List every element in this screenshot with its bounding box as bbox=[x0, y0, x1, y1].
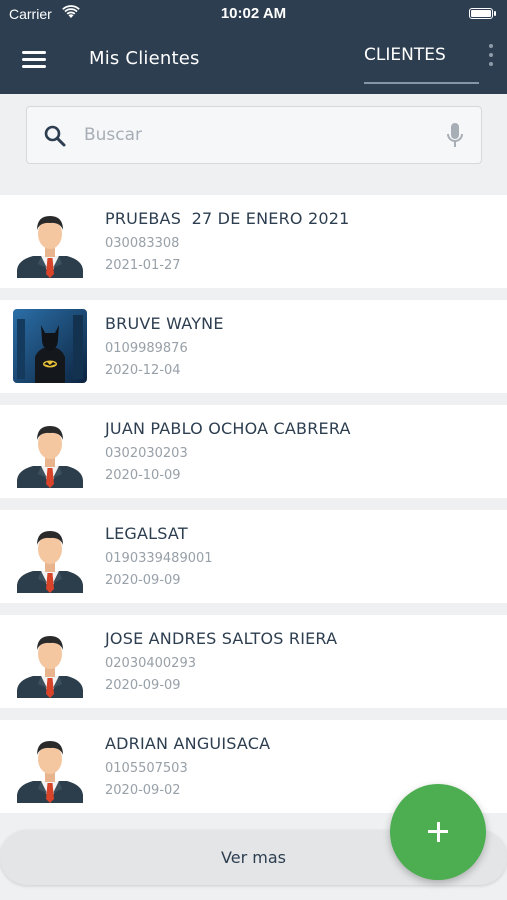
clock: 10:02 AM bbox=[220, 5, 287, 22]
client-list-item[interactable]: LEGALSAT 0190339489001 2020-09-09 bbox=[0, 510, 507, 603]
tab-indicator bbox=[364, 82, 479, 84]
client-name: BRUVE WAYNE bbox=[105, 314, 224, 333]
client-date: 2020-10-09 bbox=[105, 468, 181, 483]
more-vertical-icon[interactable] bbox=[487, 44, 495, 68]
client-id: 02030400293 bbox=[105, 656, 196, 671]
search-bar bbox=[26, 106, 482, 164]
client-list-item[interactable]: PRUEBAS 27 DE ENERO 2021 030083308 2021-01… bbox=[0, 195, 507, 288]
client-date: 2021-01-27 bbox=[105, 258, 181, 273]
search-icon bbox=[44, 125, 66, 147]
hamburger-menu-icon[interactable] bbox=[22, 51, 48, 69]
client-date: 2020-09-09 bbox=[105, 573, 181, 588]
client-list-item[interactable]: JOSE ANDRES SALTOS RIERA 02030400293 2020-… bbox=[0, 615, 507, 708]
add-client-button[interactable] bbox=[390, 784, 486, 880]
client-avatar bbox=[13, 414, 87, 488]
client-name: ADRIAN ANGUISACA bbox=[105, 734, 271, 753]
status-bar: Carrier 10:02 AM bbox=[0, 0, 507, 26]
client-photo bbox=[13, 309, 87, 383]
client-avatar bbox=[13, 729, 87, 803]
client-avatar bbox=[13, 204, 87, 278]
page-title: Mis Clientes bbox=[89, 48, 200, 69]
microphone-icon[interactable] bbox=[445, 122, 465, 150]
search-section bbox=[0, 94, 507, 194]
client-date: 2020-12-04 bbox=[105, 363, 181, 378]
client-name: LEGALSAT bbox=[105, 524, 188, 543]
tab-clientes[interactable]: CLIENTES bbox=[364, 43, 479, 84]
search-input[interactable] bbox=[84, 117, 424, 153]
client-id: 0105507503 bbox=[105, 761, 188, 776]
client-id: 0302030203 bbox=[105, 446, 188, 461]
client-id: 030083308 bbox=[105, 236, 180, 251]
client-name: JOSE ANDRES SALTOS RIERA bbox=[105, 629, 338, 648]
battery-icon bbox=[469, 8, 496, 19]
client-name: PRUEBAS 27 DE ENERO 2021 bbox=[105, 209, 350, 228]
client-list-item[interactable]: JUAN PABLO OCHOA CABRERA 0302030203 2020-1… bbox=[0, 405, 507, 498]
client-date: 2020-09-02 bbox=[105, 783, 181, 798]
client-avatar bbox=[13, 624, 87, 698]
client-list: PRUEBAS 27 DE ENERO 2021 030083308 2021-01… bbox=[0, 195, 507, 825]
client-list-item[interactable]: BRUVE WAYNE 0109989876 2020-12-04 bbox=[0, 300, 507, 393]
client-avatar bbox=[13, 519, 87, 593]
client-id: 0190339489001 bbox=[105, 551, 213, 566]
tab-clientes-label: CLIENTES bbox=[364, 45, 446, 65]
client-date: 2020-09-09 bbox=[105, 678, 181, 693]
client-id: 0109989876 bbox=[105, 341, 188, 356]
app-bar: Mis Clientes CLIENTES bbox=[0, 26, 507, 94]
client-name: JUAN PABLO OCHOA CABRERA bbox=[105, 419, 351, 438]
